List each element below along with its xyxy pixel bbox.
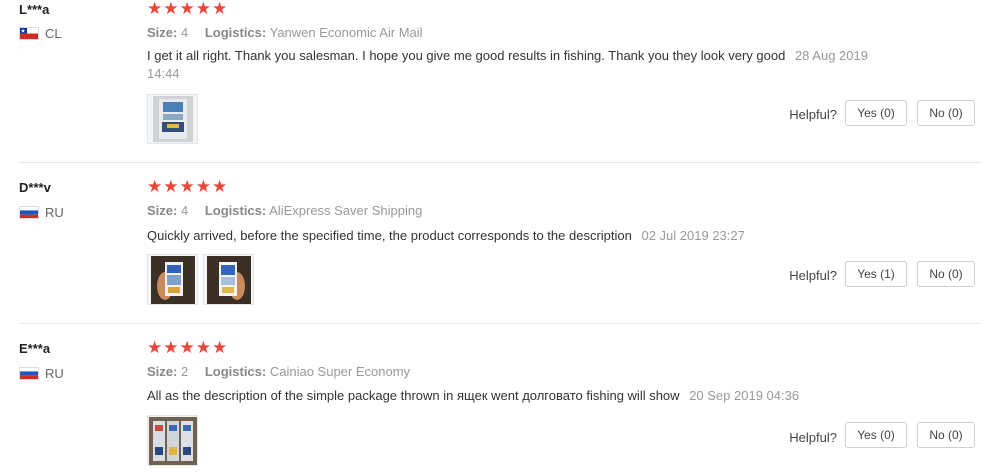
star-icon: ★ bbox=[195, 338, 211, 358]
size-value: 2 bbox=[180, 364, 189, 379]
size-value: 4 bbox=[180, 25, 189, 40]
review-text: All as the description of the simple pac… bbox=[147, 387, 887, 405]
star-icon: ★ bbox=[163, 338, 179, 358]
star-icon: ★ bbox=[212, 177, 228, 197]
country-code: RU bbox=[45, 366, 64, 381]
review-photo[interactable] bbox=[203, 254, 254, 305]
review-date: 20 Sep 2019 04:36 bbox=[689, 388, 800, 403]
helpful-no-button[interactable]: No (0) bbox=[917, 422, 975, 448]
chile-flag-icon bbox=[19, 27, 39, 40]
helpful-label: Helpful? bbox=[789, 268, 837, 283]
reviewer-name: L***a bbox=[19, 2, 50, 17]
country-code: RU bbox=[45, 205, 64, 220]
star-rating: ★ ★ ★ ★ ★ bbox=[147, 340, 227, 357]
star-rating: ★ ★ ★ ★ ★ bbox=[147, 179, 227, 196]
review-photo[interactable] bbox=[147, 94, 198, 144]
helpful-yes-button[interactable]: Yes (0) bbox=[845, 100, 907, 126]
star-icon: ★ bbox=[195, 177, 211, 197]
review-date: 02 Jul 2019 23:27 bbox=[641, 228, 745, 243]
size-label: Size: bbox=[147, 25, 178, 40]
helpful-no-button[interactable]: No (0) bbox=[917, 100, 975, 126]
country-code: CL bbox=[45, 26, 62, 41]
star-rating: ★ ★ ★ ★ ★ bbox=[147, 1, 227, 18]
star-icon: ★ bbox=[179, 177, 195, 197]
review-photo[interactable] bbox=[147, 415, 198, 466]
star-icon: ★ bbox=[212, 0, 228, 19]
star-icon: ★ bbox=[147, 338, 163, 358]
review-meta: Size: 4 Logistics: AliExpress Saver Ship… bbox=[147, 203, 422, 218]
russia-flag-icon bbox=[19, 367, 39, 380]
logistics-label: Logistics: bbox=[204, 203, 267, 218]
reviewer-country: RU bbox=[19, 205, 64, 220]
review-body: I get it all right. Thank you salesman. … bbox=[147, 48, 786, 63]
star-icon: ★ bbox=[179, 338, 195, 358]
review-body: All as the description of the simple pac… bbox=[147, 388, 680, 403]
reviewer-name: D***v bbox=[19, 180, 51, 195]
logistics-value: AliExpress Saver Shipping bbox=[269, 203, 423, 218]
logistics-label: Logistics: bbox=[204, 25, 267, 40]
logistics-value: Cainiao Super Economy bbox=[269, 364, 411, 379]
size-label: Size: bbox=[147, 203, 178, 218]
helpful-yes-button[interactable]: Yes (0) bbox=[845, 422, 907, 448]
star-icon: ★ bbox=[163, 177, 179, 197]
logistics-label: Logistics: bbox=[204, 364, 267, 379]
review-divider bbox=[19, 162, 981, 163]
size-value: 4 bbox=[180, 203, 189, 218]
star-icon: ★ bbox=[212, 338, 228, 358]
helpful-label: Helpful? bbox=[789, 430, 837, 445]
helpful-no-button[interactable]: No (0) bbox=[917, 261, 975, 287]
star-icon: ★ bbox=[195, 0, 211, 19]
review-meta: Size: 4 Logistics: Yanwen Economic Air M… bbox=[147, 25, 423, 40]
star-icon: ★ bbox=[147, 0, 163, 19]
size-label: Size: bbox=[147, 364, 178, 379]
review-body: Quickly arrived, before the specified ti… bbox=[147, 228, 632, 243]
review-divider bbox=[19, 323, 981, 324]
russia-flag-icon bbox=[19, 206, 39, 219]
review-meta: Size: 2 Logistics: Cainiao Super Economy bbox=[147, 364, 410, 379]
star-icon: ★ bbox=[147, 177, 163, 197]
logistics-value: Yanwen Economic Air Mail bbox=[269, 25, 423, 40]
star-icon: ★ bbox=[163, 0, 179, 19]
reviewer-name: E***a bbox=[19, 341, 51, 356]
reviewer-country: CL bbox=[19, 26, 62, 41]
review-text: I get it all right. Thank you salesman. … bbox=[147, 47, 887, 83]
star-icon: ★ bbox=[179, 0, 195, 19]
helpful-label: Helpful? bbox=[789, 107, 837, 122]
reviewer-country: RU bbox=[19, 366, 64, 381]
helpful-yes-button[interactable]: Yes (1) bbox=[845, 261, 907, 287]
review-photo[interactable] bbox=[147, 254, 198, 305]
review-text: Quickly arrived, before the specified ti… bbox=[147, 227, 887, 245]
